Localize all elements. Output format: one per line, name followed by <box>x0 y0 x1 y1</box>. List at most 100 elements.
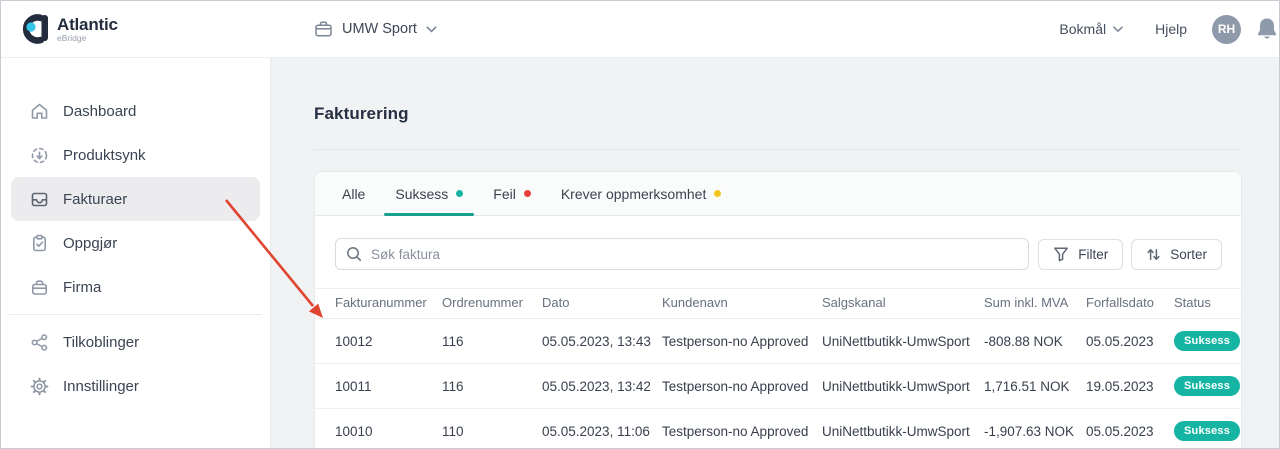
warning-dot-icon <box>714 190 721 197</box>
sidebar-item-tilkoblinger[interactable]: Tilkoblinger <box>11 320 260 364</box>
cell-sales-channel: UniNettbutikk-UmwSport <box>822 409 984 449</box>
tab-label: Feil <box>493 186 516 202</box>
tab-label: Alle <box>342 186 365 202</box>
column-header[interactable]: Kundenavn <box>662 289 822 319</box>
filter-label: Filter <box>1078 247 1108 262</box>
cell-customer: Testperson-no Approved <box>662 364 822 409</box>
search-icon <box>346 246 362 262</box>
sort-label: Sorter <box>1170 247 1207 262</box>
status-tabs: Alle Suksess Feil Krever oppmerksomhet <box>315 172 1241 216</box>
cell-order-number: 116 <box>442 364 542 409</box>
table-row[interactable]: 10010 110 05.05.2023, 11:06 Testperson-n… <box>315 409 1241 449</box>
cell-customer: Testperson-no Approved <box>662 409 822 449</box>
table-header-row: Fakturanummer Ordrenummer Dato Kundenavn… <box>315 289 1241 319</box>
column-header[interactable]: Ordrenummer <box>442 289 542 319</box>
filter-button[interactable]: Filter <box>1038 239 1123 270</box>
briefcase-icon <box>29 278 49 297</box>
invoices-card: Alle Suksess Feil Krever oppmerksomhet <box>314 171 1242 449</box>
sidebar-item-innstillinger[interactable]: Innstillinger <box>11 364 260 408</box>
language-label: Bokmål <box>1059 21 1106 37</box>
sort-button[interactable]: Sorter <box>1131 239 1222 270</box>
notifications-bell-icon[interactable] <box>1254 15 1280 43</box>
table-row[interactable]: 10012 116 05.05.2023, 13:43 Testperson-n… <box>315 319 1241 364</box>
cell-due-date: 05.05.2023 <box>1086 319 1174 364</box>
sidebar-item-label: Fakturaer <box>63 191 127 208</box>
language-selector[interactable]: Bokmål <box>1059 21 1123 37</box>
tab-feil[interactable]: Feil <box>482 172 542 215</box>
sidebar-divider <box>9 314 262 315</box>
cell-invoice-number: 10011 <box>315 364 442 409</box>
sidebar-item-oppgjor[interactable]: Oppgjør <box>11 221 260 265</box>
status-badge: Suksess <box>1174 376 1240 396</box>
invoices-table: Fakturanummer Ordrenummer Dato Kundenavn… <box>315 288 1241 449</box>
cell-sales-channel: UniNettbutikk-UmwSport <box>822 319 984 364</box>
share-icon <box>29 333 49 352</box>
column-header[interactable]: Forfallsdato <box>1086 289 1174 319</box>
sort-arrows-icon <box>1146 247 1161 262</box>
sidebar-item-dashboard[interactable]: Dashboard <box>11 89 260 133</box>
column-header[interactable]: Status <box>1174 289 1241 319</box>
sidebar-item-fakturaer[interactable]: Fakturaer <box>11 177 260 221</box>
sidebar-item-label: Oppgjør <box>63 235 117 252</box>
error-dot-icon <box>524 190 531 197</box>
chevron-down-icon <box>1113 26 1123 33</box>
status-badge: Suksess <box>1174 421 1240 441</box>
page-title: Fakturering <box>314 104 1242 124</box>
status-badge: Suksess <box>1174 331 1240 351</box>
brand-logo: Atlantic eBridge <box>1 9 271 49</box>
cell-sum: -1,907.63 NOK <box>984 409 1086 449</box>
column-header[interactable]: Dato <box>542 289 662 319</box>
table-toolbar: Filter Sorter <box>315 216 1241 288</box>
cell-invoice-number: 10010 <box>315 409 442 449</box>
cell-sum: 1,716.51 NOK <box>984 364 1086 409</box>
sidebar-item-label: Produktsynk <box>63 147 146 164</box>
search-input[interactable] <box>371 247 1018 262</box>
cell-order-number: 110 <box>442 409 542 449</box>
column-header[interactable]: Fakturanummer <box>315 289 442 319</box>
cell-customer: Testperson-no Approved <box>662 319 822 364</box>
column-header[interactable]: Sum inkl. MVA <box>984 289 1086 319</box>
sidebar-item-label: Firma <box>63 279 101 296</box>
main-content: Fakturering Alle Suksess Feil <box>271 58 1279 449</box>
cell-date: 05.05.2023, 11:06 <box>542 409 662 449</box>
clipboard-check-icon <box>29 234 49 253</box>
sidebar-item-label: Dashboard <box>63 103 136 120</box>
top-bar: Atlantic eBridge UMW Sport Bokmål <box>1 1 1279 58</box>
success-dot-icon <box>456 190 463 197</box>
sidebar-item-label: Tilkoblinger <box>63 334 139 351</box>
home-icon <box>29 102 49 121</box>
sync-icon <box>29 146 49 165</box>
sidebar-item-label: Innstillinger <box>63 378 139 395</box>
cell-sales-channel: UniNettbutikk-UmwSport <box>822 364 984 409</box>
tab-suksess[interactable]: Suksess <box>384 172 474 215</box>
sidebar: Dashboard Produktsynk <box>1 58 271 449</box>
tab-alle[interactable]: Alle <box>331 172 376 215</box>
tab-krever-oppmerksomhet[interactable]: Krever oppmerksomhet <box>550 172 733 215</box>
invoice-inbox-icon <box>29 190 49 209</box>
tab-label: Krever oppmerksomhet <box>561 186 707 202</box>
brand-subtitle: eBridge <box>57 34 118 43</box>
cell-date: 05.05.2023, 13:42 <box>542 364 662 409</box>
table-row[interactable]: 10011 116 05.05.2023, 13:42 Testperson-n… <box>315 364 1241 409</box>
cell-due-date: 05.05.2023 <box>1086 409 1174 449</box>
gear-icon <box>29 377 49 396</box>
search-box <box>335 238 1029 270</box>
column-header[interactable]: Salgskanal <box>822 289 984 319</box>
sidebar-item-produktsynk[interactable]: Produktsynk <box>11 133 260 177</box>
tab-label: Suksess <box>395 186 448 202</box>
cell-due-date: 19.05.2023 <box>1086 364 1174 409</box>
brand-name: Atlantic <box>57 16 118 33</box>
funnel-icon <box>1053 246 1069 262</box>
briefcase-icon <box>314 20 333 38</box>
workspace-selector[interactable]: UMW Sport <box>314 20 437 38</box>
cell-date: 05.05.2023, 13:43 <box>542 319 662 364</box>
cell-invoice-number: 10012 <box>315 319 442 364</box>
workspace-name: UMW Sport <box>342 21 417 37</box>
chevron-down-icon <box>426 26 437 33</box>
brand-mark-icon <box>15 9 53 49</box>
title-divider <box>314 149 1242 150</box>
user-avatar[interactable]: RH <box>1212 15 1241 44</box>
help-link[interactable]: Hjelp <box>1155 21 1187 37</box>
cell-sum: -808.88 NOK <box>984 319 1086 364</box>
sidebar-item-firma[interactable]: Firma <box>11 265 260 309</box>
